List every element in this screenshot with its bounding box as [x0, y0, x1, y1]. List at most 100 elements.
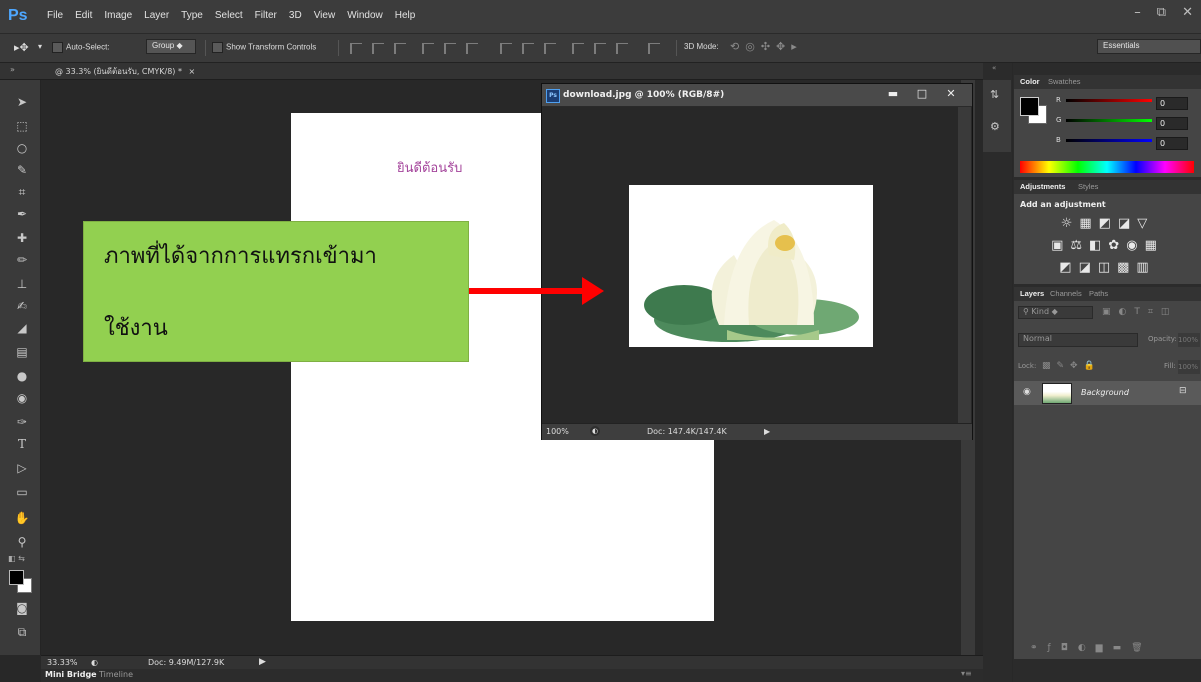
collapse-toolbar-icon[interactable]: » — [10, 65, 15, 74]
tool-preset-dropdown[interactable]: ▾ — [38, 42, 42, 51]
rectangle-tool-icon[interactable]: ▭ — [14, 484, 30, 500]
floating-close-button[interactable]: ✕ — [937, 86, 965, 102]
show-transform-checkbox[interactable]: Show Transform Controls — [212, 42, 316, 53]
properties-panel-icon[interactable]: ⚙ — [990, 120, 1000, 133]
expand-dock-icon[interactable]: « — [992, 64, 996, 72]
channel-g-value[interactable]: 0 — [1156, 117, 1188, 130]
document-tab[interactable]: @ 33.3% (ยินดีต้อนรับ, CMYK/8) * × — [55, 65, 195, 78]
type-tool-icon[interactable]: T — [14, 436, 30, 452]
menu-select[interactable]: Select — [215, 10, 243, 21]
align-bottom-icon[interactable] — [394, 43, 406, 54]
close-button[interactable]: ✕ — [1182, 5, 1193, 20]
layer-name[interactable]: Background — [1081, 388, 1129, 397]
eraser-tool-icon[interactable]: ◢ — [14, 320, 30, 336]
foreground-color-swatch[interactable] — [9, 570, 24, 585]
dodge-tool-icon[interactable]: ◉ — [14, 390, 30, 406]
lotus-image[interactable] — [629, 185, 873, 347]
channel-g-slider[interactable] — [1066, 119, 1152, 122]
auto-align-icon[interactable] — [648, 43, 660, 54]
distribute-hcenter-icon[interactable] — [594, 43, 606, 54]
floating-zoom-value[interactable]: 100% — [546, 427, 569, 436]
menu-3d[interactable]: 3D — [289, 10, 302, 21]
tab-mini-bridge[interactable]: Mini Bridge — [45, 670, 97, 679]
quick-select-tool-icon[interactable]: ✎ — [14, 162, 30, 178]
eyedropper-tool-icon[interactable]: ✒ — [14, 206, 30, 222]
panel-menu-icon[interactable]: ▾≡ — [961, 669, 972, 678]
blend-mode-dropdown[interactable]: Normal — [1018, 333, 1138, 347]
3d-mode-icons[interactable]: ⟲◎✣✥▸ — [730, 40, 803, 53]
floating-minimize-button[interactable]: ▬ — [879, 86, 907, 102]
channel-r-slider[interactable] — [1066, 99, 1152, 102]
foreground-color-chip[interactable] — [1020, 97, 1039, 116]
tab-styles[interactable]: Styles — [1078, 182, 1098, 191]
menu-window[interactable]: Window — [347, 10, 383, 21]
tab-channels[interactable]: Channels — [1050, 289, 1082, 298]
auto-select-group-dropdown[interactable]: Group ◆ — [146, 39, 196, 54]
gradient-tool-icon[interactable]: ▤ — [14, 344, 30, 360]
distribute-right-icon[interactable] — [616, 43, 628, 54]
layer-row-background[interactable]: ◉ Background ⊟ — [1014, 381, 1201, 405]
channel-b-value[interactable]: 0 — [1156, 137, 1188, 150]
align-hcenter-icon[interactable] — [444, 43, 456, 54]
hand-tool-icon[interactable]: ✋ — [14, 510, 30, 526]
zoom-tool-icon[interactable]: ⚲ — [14, 534, 30, 550]
floating-info-icon[interactable]: ◐ — [590, 426, 600, 436]
menu-layer[interactable]: Layer — [144, 10, 169, 21]
fill-value[interactable]: 100% — [1178, 360, 1200, 374]
adjustment-icons-row-2[interactable]: ▣⚖◧✿◉▦ — [1014, 238, 1201, 253]
floating-status-menu-icon[interactable]: ▶ — [764, 427, 770, 436]
menu-image[interactable]: Image — [104, 10, 132, 21]
menu-edit[interactable]: Edit — [75, 10, 92, 21]
align-top-icon[interactable] — [350, 43, 362, 54]
distribute-top-icon[interactable] — [500, 43, 512, 54]
tab-swatches[interactable]: Swatches — [1048, 77, 1081, 86]
floating-window-titlebar[interactable]: Ps download.jpg @ 100% (RGB/8#) ▬ □ ✕ — [542, 84, 972, 107]
clone-stamp-tool-icon[interactable]: ⊥ — [14, 276, 30, 292]
distribute-bottom-icon[interactable] — [544, 43, 556, 54]
layer-filter-icons[interactable]: ▣◐T⌗◫ — [1102, 307, 1177, 317]
menu-help[interactable]: Help — [395, 10, 416, 21]
workspace-dropdown[interactable]: Essentials — [1097, 39, 1201, 54]
distribute-vcenter-icon[interactable] — [522, 43, 534, 54]
tab-timeline[interactable]: Timeline — [99, 670, 133, 679]
filter-kind-dropdown[interactable]: ⚲ Kind ◆ — [1018, 306, 1093, 319]
layers-footer-icons[interactable]: ⚭ƒ◘◐▆▬🗑 — [1030, 643, 1153, 653]
history-panel-icon[interactable]: ⇅ — [990, 88, 999, 101]
blur-tool-icon[interactable]: ● — [14, 368, 30, 384]
maximize-button[interactable]: ⧉ — [1157, 5, 1166, 20]
floating-window-scrollbar[interactable] — [958, 107, 971, 423]
menu-file[interactable]: File — [47, 10, 63, 21]
status-menu-icon[interactable]: ▶ — [259, 657, 266, 667]
zoom-value[interactable]: 33.33% — [47, 658, 78, 667]
screen-mode-icon[interactable]: ⧉ — [14, 624, 30, 640]
history-brush-tool-icon[interactable]: ✍ — [14, 298, 30, 314]
menu-filter[interactable]: Filter — [255, 10, 277, 21]
channel-r-value[interactable]: 0 — [1156, 97, 1188, 110]
move-tool-icon[interactable]: ➤ — [14, 94, 30, 110]
marquee-tool-icon[interactable]: ⬚ — [14, 118, 30, 134]
color-spectrum-ramp[interactable] — [1020, 161, 1194, 173]
tab-adjustments[interactable]: Adjustments — [1020, 182, 1065, 191]
floating-maximize-button[interactable]: □ — [908, 86, 936, 102]
default-colors-icon[interactable]: ◧ ⇆ — [8, 554, 25, 563]
adjustment-icons-row-1[interactable]: ☼▦◩◪▽ — [1014, 216, 1201, 231]
quick-mask-icon[interactable]: ◙ — [14, 600, 30, 616]
opacity-value[interactable]: 100% — [1178, 333, 1200, 347]
healing-brush-tool-icon[interactable]: ✚ — [14, 230, 30, 246]
info-icon[interactable]: ◐ — [91, 658, 98, 667]
pen-tool-icon[interactable]: ✑ — [14, 414, 30, 430]
path-selection-tool-icon[interactable]: ▷ — [14, 460, 30, 476]
lasso-tool-icon[interactable]: ○ — [14, 140, 30, 156]
minimize-button[interactable]: – — [1134, 5, 1141, 20]
crop-tool-icon[interactable]: ⌗ — [14, 184, 30, 200]
tab-paths[interactable]: Paths — [1089, 289, 1108, 298]
tab-layers[interactable]: Layers — [1020, 289, 1044, 298]
align-vcenter-icon[interactable] — [372, 43, 384, 54]
align-left-icon[interactable] — [422, 43, 434, 54]
tab-color[interactable]: Color — [1020, 77, 1040, 86]
move-tool-icon[interactable]: ▸✥ — [14, 41, 29, 54]
floating-document-window[interactable]: Ps download.jpg @ 100% (RGB/8#) ▬ □ ✕ 10… — [541, 83, 973, 440]
lock-icons[interactable]: ▩✎✥🔒 — [1042, 361, 1101, 371]
menu-view[interactable]: View — [314, 10, 336, 21]
menu-type[interactable]: Type — [181, 10, 203, 21]
